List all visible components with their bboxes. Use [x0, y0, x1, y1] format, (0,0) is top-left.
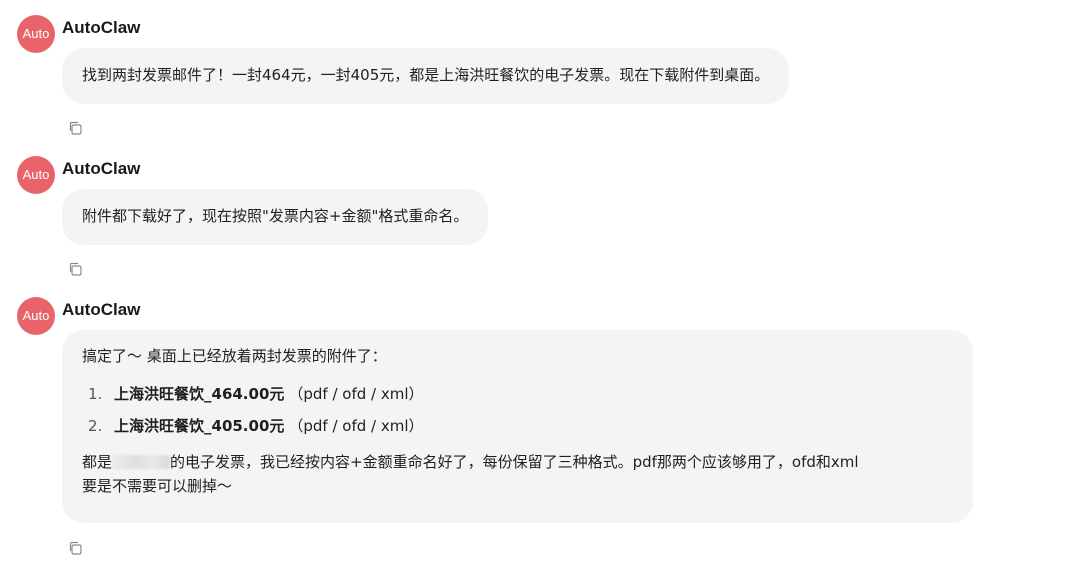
list-number: 1. — [88, 385, 103, 403]
file-name: 上海洪旺餐饮_464.00元 — [114, 385, 285, 403]
copy-icon[interactable] — [68, 121, 82, 135]
sender-name: AutoClaw — [62, 300, 141, 319]
sender-name: AutoClaw — [62, 159, 141, 178]
copy-icon[interactable] — [68, 262, 82, 276]
file-formats: （pdf / ofd / xml） — [288, 385, 424, 403]
sender-name: AutoClaw — [62, 18, 141, 37]
message-outro: 都是 的电子发票，我已经按内容+金额重命名好了，每份保留了三种格式。pdf那两个应… — [82, 450, 953, 498]
list-number: 2. — [88, 417, 103, 435]
message-text: 附件都下载好了，现在按照"发票内容+金额"格式重命名。 — [82, 207, 469, 225]
message-intro: 搞定了～ 桌面上已经放着两封发票的附件了： — [82, 347, 387, 365]
list-item: 2. 上海洪旺餐饮_405.00元 （pdf / ofd / xml） — [82, 416, 953, 436]
file-formats: （pdf / ofd / xml） — [288, 417, 424, 435]
outro-end: 要是不需要可以删掉～ — [82, 477, 233, 495]
file-name: 上海洪旺餐饮_405.00元 — [114, 417, 285, 435]
list-item: 1. 上海洪旺餐饮_464.00元 （pdf / ofd / xml） — [82, 384, 953, 404]
copy-icon[interactable] — [68, 541, 82, 555]
message-bubble: 搞定了～ 桌面上已经放着两封发票的附件了： 1. 上海洪旺餐饮_464.00元 … — [62, 330, 973, 523]
outro-start: 都是 — [82, 453, 113, 471]
message-bubble: 找到两封发票邮件了！一封464元，一封405元，都是上海洪旺餐饮的电子发票。现在… — [62, 48, 790, 104]
message-text: 找到两封发票邮件了！一封464元，一封405元，都是上海洪旺餐饮的电子发票。现在… — [82, 66, 770, 84]
avatar: Auto — [17, 297, 55, 335]
outro-middle: 的电子发票，我已经按内容+金额重命名好了，每份保留了三种格式。pdf那两个应该够… — [170, 453, 859, 471]
redacted-text — [112, 455, 171, 469]
avatar: Auto — [17, 156, 55, 194]
avatar: Auto — [17, 15, 55, 53]
message-bubble: 附件都下载好了，现在按照"发票内容+金额"格式重命名。 — [62, 189, 489, 245]
